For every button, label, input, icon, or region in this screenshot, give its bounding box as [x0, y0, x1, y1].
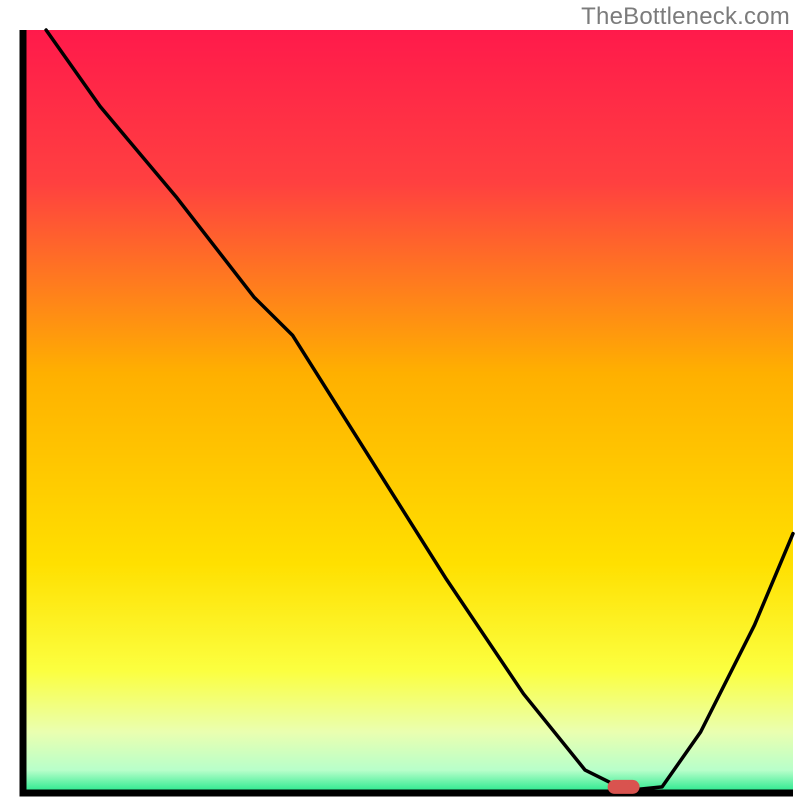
bottleneck-chart [0, 0, 800, 800]
gradient-background [23, 30, 793, 793]
optimum-marker [608, 780, 640, 794]
chart-frame: TheBottleneck.com [0, 0, 800, 800]
